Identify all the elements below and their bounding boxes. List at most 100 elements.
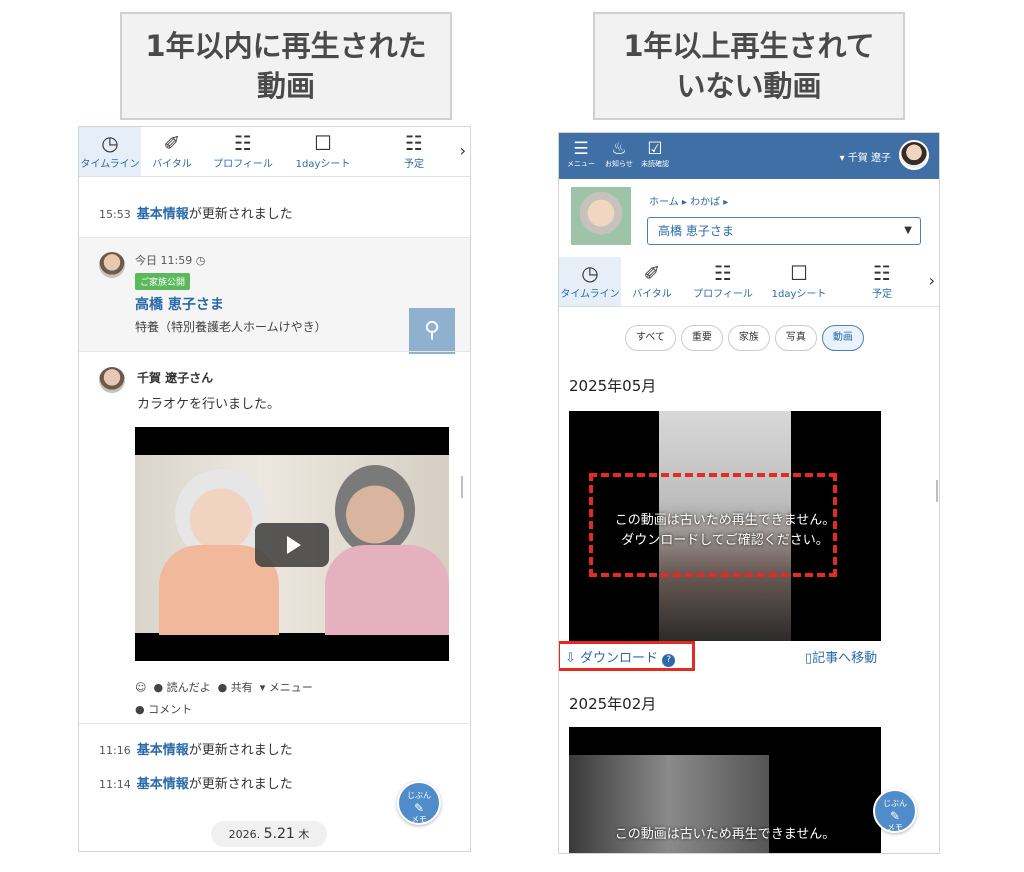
pencil-icon: ✎ (413, 801, 425, 815)
tab-1day-sheet[interactable]: ☐ 1dayシート (763, 257, 835, 306)
update-time: 11:14 (99, 778, 131, 791)
update-text: が更新されました (188, 777, 293, 792)
calendar-icon: ☷ (873, 261, 891, 285)
calendar-icon: ☷ (405, 131, 423, 155)
video-player[interactable] (135, 427, 449, 661)
goto-article-link[interactable]: ▯記事へ移動 (805, 647, 877, 666)
chevron-right-icon[interactable]: › (929, 271, 935, 290)
tab-label: 1dayシート (295, 159, 351, 170)
top-bar: ☰ メニュー ♨ お知らせ ☑ 未読確認 ▾ 千賀 遼子 (559, 133, 939, 179)
vital-pen-icon: ✐ (643, 261, 661, 285)
tab-schedule[interactable]: ☷ 予定 (851, 257, 913, 306)
basic-info-link[interactable]: 基本情報 (137, 777, 189, 792)
search-button[interactable]: ⚲ (409, 308, 455, 354)
clock-icon: ◷ (581, 261, 599, 285)
tab-timeline[interactable]: ◷ タイムライン (79, 127, 141, 176)
tab-label: バイタル (152, 159, 192, 170)
resident-photo (571, 187, 631, 245)
author-name: 千賀 遼子さん (137, 371, 214, 385)
basic-info-link[interactable]: 基本情報 (137, 207, 189, 222)
video-player[interactable]: この動画は古いため再生できません。 (569, 727, 881, 853)
caret-down-icon: ▼ (904, 225, 912, 236)
left-screen: ◷ タイムライン ✐ バイタル ☷ プロフィール ☐ 1dayシート ☷ 予定 › 15:… (78, 126, 471, 852)
unread-check-button[interactable]: ☑ 未読確認 (641, 139, 669, 169)
timeline-update: 15:53 基本情報が更新されました (99, 203, 470, 222)
tab-label: プロフィール (213, 159, 273, 170)
tab-profile[interactable]: ☷ プロフィール (203, 127, 283, 176)
read-button[interactable]: ● 読んだよ (153, 681, 210, 694)
menu-label: メニュー (567, 160, 595, 168)
update-time: 15:53 (99, 208, 131, 221)
date-year: 2026. (228, 828, 261, 841)
menu-button[interactable]: ▾ メニュー (260, 681, 313, 694)
basic-info-link[interactable]: 基本情報 (137, 743, 189, 758)
filter-all[interactable]: すべて (625, 325, 676, 351)
tab-schedule[interactable]: ☷ 予定 (383, 127, 445, 176)
right-screen: ☰ メニュー ♨ お知らせ ☑ 未読確認 ▾ 千賀 遼子 ホーム ▸ わかば ▸ 高橋… (558, 132, 940, 854)
self-memo-button[interactable]: じぶん ✎ メモ (397, 781, 441, 825)
filter-video[interactable]: 動画 (821, 325, 864, 351)
check-clipboard-icon: ☑ (647, 139, 663, 159)
tab-profile[interactable]: ☷ プロフィール (683, 257, 763, 306)
resident-select[interactable]: 高橋 恵子さま ▼ (647, 217, 921, 245)
menu-button[interactable]: ☰ メニュー (567, 139, 595, 169)
tab-label: バイタル (632, 289, 672, 300)
share-button[interactable]: ● 共有 (218, 681, 253, 694)
user-menu[interactable]: ▾ 千賀 遼子 (840, 149, 891, 164)
comment-icon: ● (135, 703, 145, 716)
comment-button[interactable]: ● コメント (135, 701, 192, 717)
share-label: 共有 (230, 681, 253, 694)
author-avatar (99, 367, 125, 393)
hamburger-icon: ☰ (573, 139, 589, 159)
thumbnail-man (335, 465, 415, 555)
filter-family[interactable]: 家族 (727, 325, 770, 351)
self-memo-button[interactable]: じぶん ✎ メモ (873, 789, 917, 833)
thumbnail-shirt (325, 545, 449, 635)
notice-label: お知らせ (605, 160, 633, 168)
scrollbar-handle[interactable] (461, 476, 463, 498)
tab-vital[interactable]: ✐ バイタル (621, 257, 683, 306)
menu-label: メニュー (268, 681, 313, 694)
smile-icon[interactable]: ☺ (135, 681, 146, 694)
notice-button[interactable]: ♨ お知らせ (605, 139, 633, 169)
tab-1day-sheet[interactable]: ☐ 1dayシート (283, 127, 363, 176)
filter-photo[interactable]: 写真 (774, 325, 817, 351)
read-label: 読んだよ (166, 681, 211, 694)
right-caption-line1: 1年以上再生されて (623, 29, 875, 63)
month-heading: 2025年02月 (569, 695, 657, 713)
clipboard-icon: ☐ (314, 131, 332, 155)
divider (79, 351, 470, 352)
tab-timeline[interactable]: ◷ タイムライン (559, 257, 621, 306)
resident-name[interactable]: 高橋 恵子さま (135, 294, 224, 314)
scrollbar-handle[interactable] (936, 480, 938, 502)
left-caption-line1: 1年以内に再生された (145, 29, 427, 63)
date-day: 5.21 (263, 826, 295, 842)
breadcrumb[interactable]: ホーム ▸ わかば ▸ (649, 193, 728, 208)
tab-label: タイムライン (560, 289, 620, 300)
unplayable-message: この動画は古いため再生できません。 (614, 827, 836, 842)
tab-vital[interactable]: ✐ バイタル (141, 127, 203, 176)
clipboard-icon: ☐ (790, 261, 808, 285)
download-link[interactable]: ⇩ ダウンロード ? (565, 647, 676, 667)
left-tab-bar: ◷ タイムライン ✐ バイタル ☷ プロフィール ☐ 1dayシート ☷ 予定 › (79, 127, 470, 177)
month-heading: 2025年05月 (569, 377, 657, 395)
filter-important[interactable]: 重要 (680, 325, 723, 351)
right-tab-bar: ◷ タイムライン ✐ バイタル ☷ プロフィール ☐ 1dayシート ☷ 予定 › (559, 257, 939, 307)
right-caption-line2: いない動画 (676, 69, 822, 103)
download-icon: ⇩ (565, 651, 576, 666)
user-avatar[interactable] (899, 140, 929, 170)
help-icon[interactable]: ? (662, 654, 676, 667)
tab-label: 予定 (872, 289, 892, 300)
comment-label: コメント (148, 703, 193, 716)
post-time-text: 今日 11:59 (135, 254, 193, 267)
post-actions: ☺ ● 読んだよ ● 共有 ▾ メニュー (135, 679, 313, 695)
date-weekday: 木 (298, 828, 310, 841)
chevron-right-icon[interactable]: › (460, 141, 466, 160)
play-icon[interactable] (255, 523, 329, 567)
search-icon: ⚲ (423, 318, 441, 343)
fab-bottom-label: メモ (411, 815, 427, 824)
update-time: 11:16 (99, 744, 131, 757)
filter-group: すべて 重要 家族 写真 動画 (625, 325, 864, 351)
date-pill: 2026. 5.21 木 (211, 821, 327, 847)
tab-label: 予定 (404, 159, 424, 170)
